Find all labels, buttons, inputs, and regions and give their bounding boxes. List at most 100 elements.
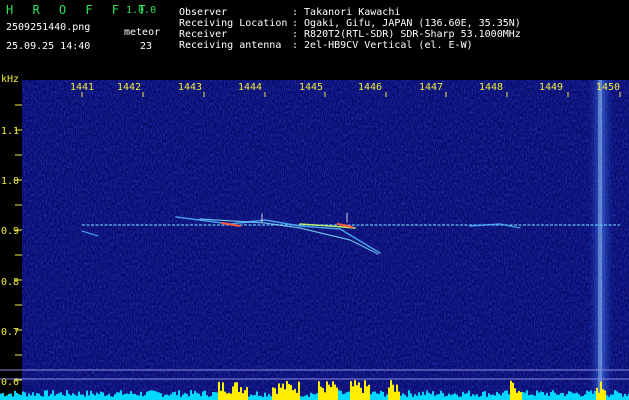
signal-bar bbox=[524, 392, 526, 400]
signal-bar bbox=[626, 395, 628, 400]
signal-bar bbox=[392, 384, 394, 400]
signal-bar bbox=[334, 384, 336, 400]
signal-bar bbox=[526, 390, 528, 400]
signal-bar bbox=[448, 393, 450, 400]
signal-bar bbox=[352, 386, 354, 400]
signal-bar bbox=[602, 389, 604, 400]
signal-bar bbox=[544, 395, 546, 400]
signal-bar bbox=[488, 393, 490, 400]
signal-bar bbox=[152, 390, 154, 400]
signal-bar bbox=[562, 393, 564, 400]
signal-bar bbox=[400, 395, 402, 400]
signal-bar bbox=[90, 390, 92, 400]
signal-bar bbox=[264, 392, 266, 400]
signal-bar bbox=[12, 396, 14, 400]
signal-bar bbox=[122, 394, 124, 400]
signal-bar bbox=[454, 393, 456, 400]
signal-bar bbox=[456, 394, 458, 400]
signal-bar bbox=[224, 391, 226, 400]
signal-bar bbox=[148, 390, 150, 400]
signal-bar bbox=[438, 394, 440, 400]
signal-bar bbox=[530, 394, 532, 400]
location-value: : Ogaki, Gifu, JAPAN (136.60E, 35.35N) bbox=[292, 18, 521, 29]
signal-bar bbox=[30, 395, 32, 400]
signal-bar bbox=[494, 395, 496, 400]
signal-bar bbox=[592, 393, 594, 400]
signal-bar bbox=[100, 391, 102, 400]
signal-bar bbox=[232, 386, 234, 400]
meteor-label: meteor bbox=[124, 27, 161, 38]
signal-bar bbox=[160, 393, 162, 400]
signal-bar bbox=[464, 393, 466, 400]
signal-bar bbox=[196, 392, 198, 400]
signal-bar bbox=[298, 381, 300, 400]
signal-bar bbox=[186, 393, 188, 400]
signal-bar bbox=[364, 380, 366, 400]
signal-bar bbox=[428, 392, 430, 400]
signal-bar bbox=[330, 387, 332, 400]
signal-bar bbox=[622, 396, 624, 400]
signal-bar bbox=[2, 393, 4, 400]
signal-bar bbox=[376, 393, 378, 400]
signal-bar bbox=[34, 395, 36, 400]
signal-bar bbox=[506, 390, 508, 400]
signal-bar bbox=[354, 380, 356, 400]
signal-bar bbox=[288, 383, 290, 400]
signal-bar bbox=[80, 394, 82, 400]
signal-bar bbox=[324, 392, 326, 400]
signal-bar bbox=[4, 396, 6, 400]
signal-bar bbox=[32, 392, 34, 400]
interference-band-core bbox=[598, 80, 602, 400]
signal-bar bbox=[204, 390, 206, 400]
signal-bar bbox=[68, 393, 70, 400]
signal-bar bbox=[378, 393, 380, 400]
signal-bar bbox=[296, 392, 298, 400]
signal-bar bbox=[252, 395, 254, 400]
signal-bar bbox=[358, 382, 360, 400]
signal-bar bbox=[552, 390, 554, 400]
signal-bar bbox=[170, 394, 172, 400]
signal-bar bbox=[22, 391, 24, 400]
signal-bar bbox=[192, 393, 194, 400]
signal-bar bbox=[62, 395, 64, 400]
signal-bar bbox=[558, 394, 560, 400]
signal-bar bbox=[470, 396, 472, 400]
signal-bar bbox=[104, 396, 106, 400]
signal-bar bbox=[318, 381, 320, 400]
observer-key: Observer bbox=[179, 7, 228, 18]
y-tick-label: 1.1 bbox=[1, 126, 19, 137]
observer-value: : Takanori Kawachi bbox=[292, 7, 401, 18]
signal-bar bbox=[56, 394, 58, 400]
signal-bar bbox=[130, 391, 132, 400]
signal-bar bbox=[350, 381, 352, 400]
signal-bar bbox=[322, 388, 324, 400]
y-axis-unit: kHz bbox=[1, 74, 19, 85]
signal-bar bbox=[44, 390, 46, 400]
signal-bar bbox=[108, 393, 110, 400]
signal-bar bbox=[584, 394, 586, 400]
signal-bar bbox=[614, 390, 616, 400]
signal-bar bbox=[26, 396, 28, 400]
signal-bar bbox=[388, 387, 390, 400]
signal-bar bbox=[168, 395, 170, 400]
signal-bar bbox=[328, 384, 330, 400]
signal-bar bbox=[136, 395, 138, 400]
signal-bar bbox=[338, 390, 340, 400]
signal-bar bbox=[226, 393, 228, 400]
signal-bar bbox=[346, 392, 348, 400]
signal-bar bbox=[554, 392, 556, 400]
file-name: 2509251440.png bbox=[6, 22, 91, 33]
signal-bar bbox=[234, 382, 236, 400]
x-tick-label: 1445 bbox=[299, 82, 323, 93]
receiver-key: Receiver bbox=[179, 29, 228, 40]
signal-bar bbox=[440, 390, 442, 400]
signal-bar bbox=[220, 390, 222, 400]
signal-bar bbox=[110, 396, 112, 400]
signal-bar bbox=[326, 381, 328, 400]
signal-bar bbox=[608, 396, 610, 400]
signal-bar bbox=[516, 392, 518, 400]
signal-bar bbox=[82, 394, 84, 400]
signal-bar bbox=[120, 390, 122, 400]
signal-bar bbox=[216, 392, 218, 400]
signal-bar bbox=[28, 393, 30, 400]
